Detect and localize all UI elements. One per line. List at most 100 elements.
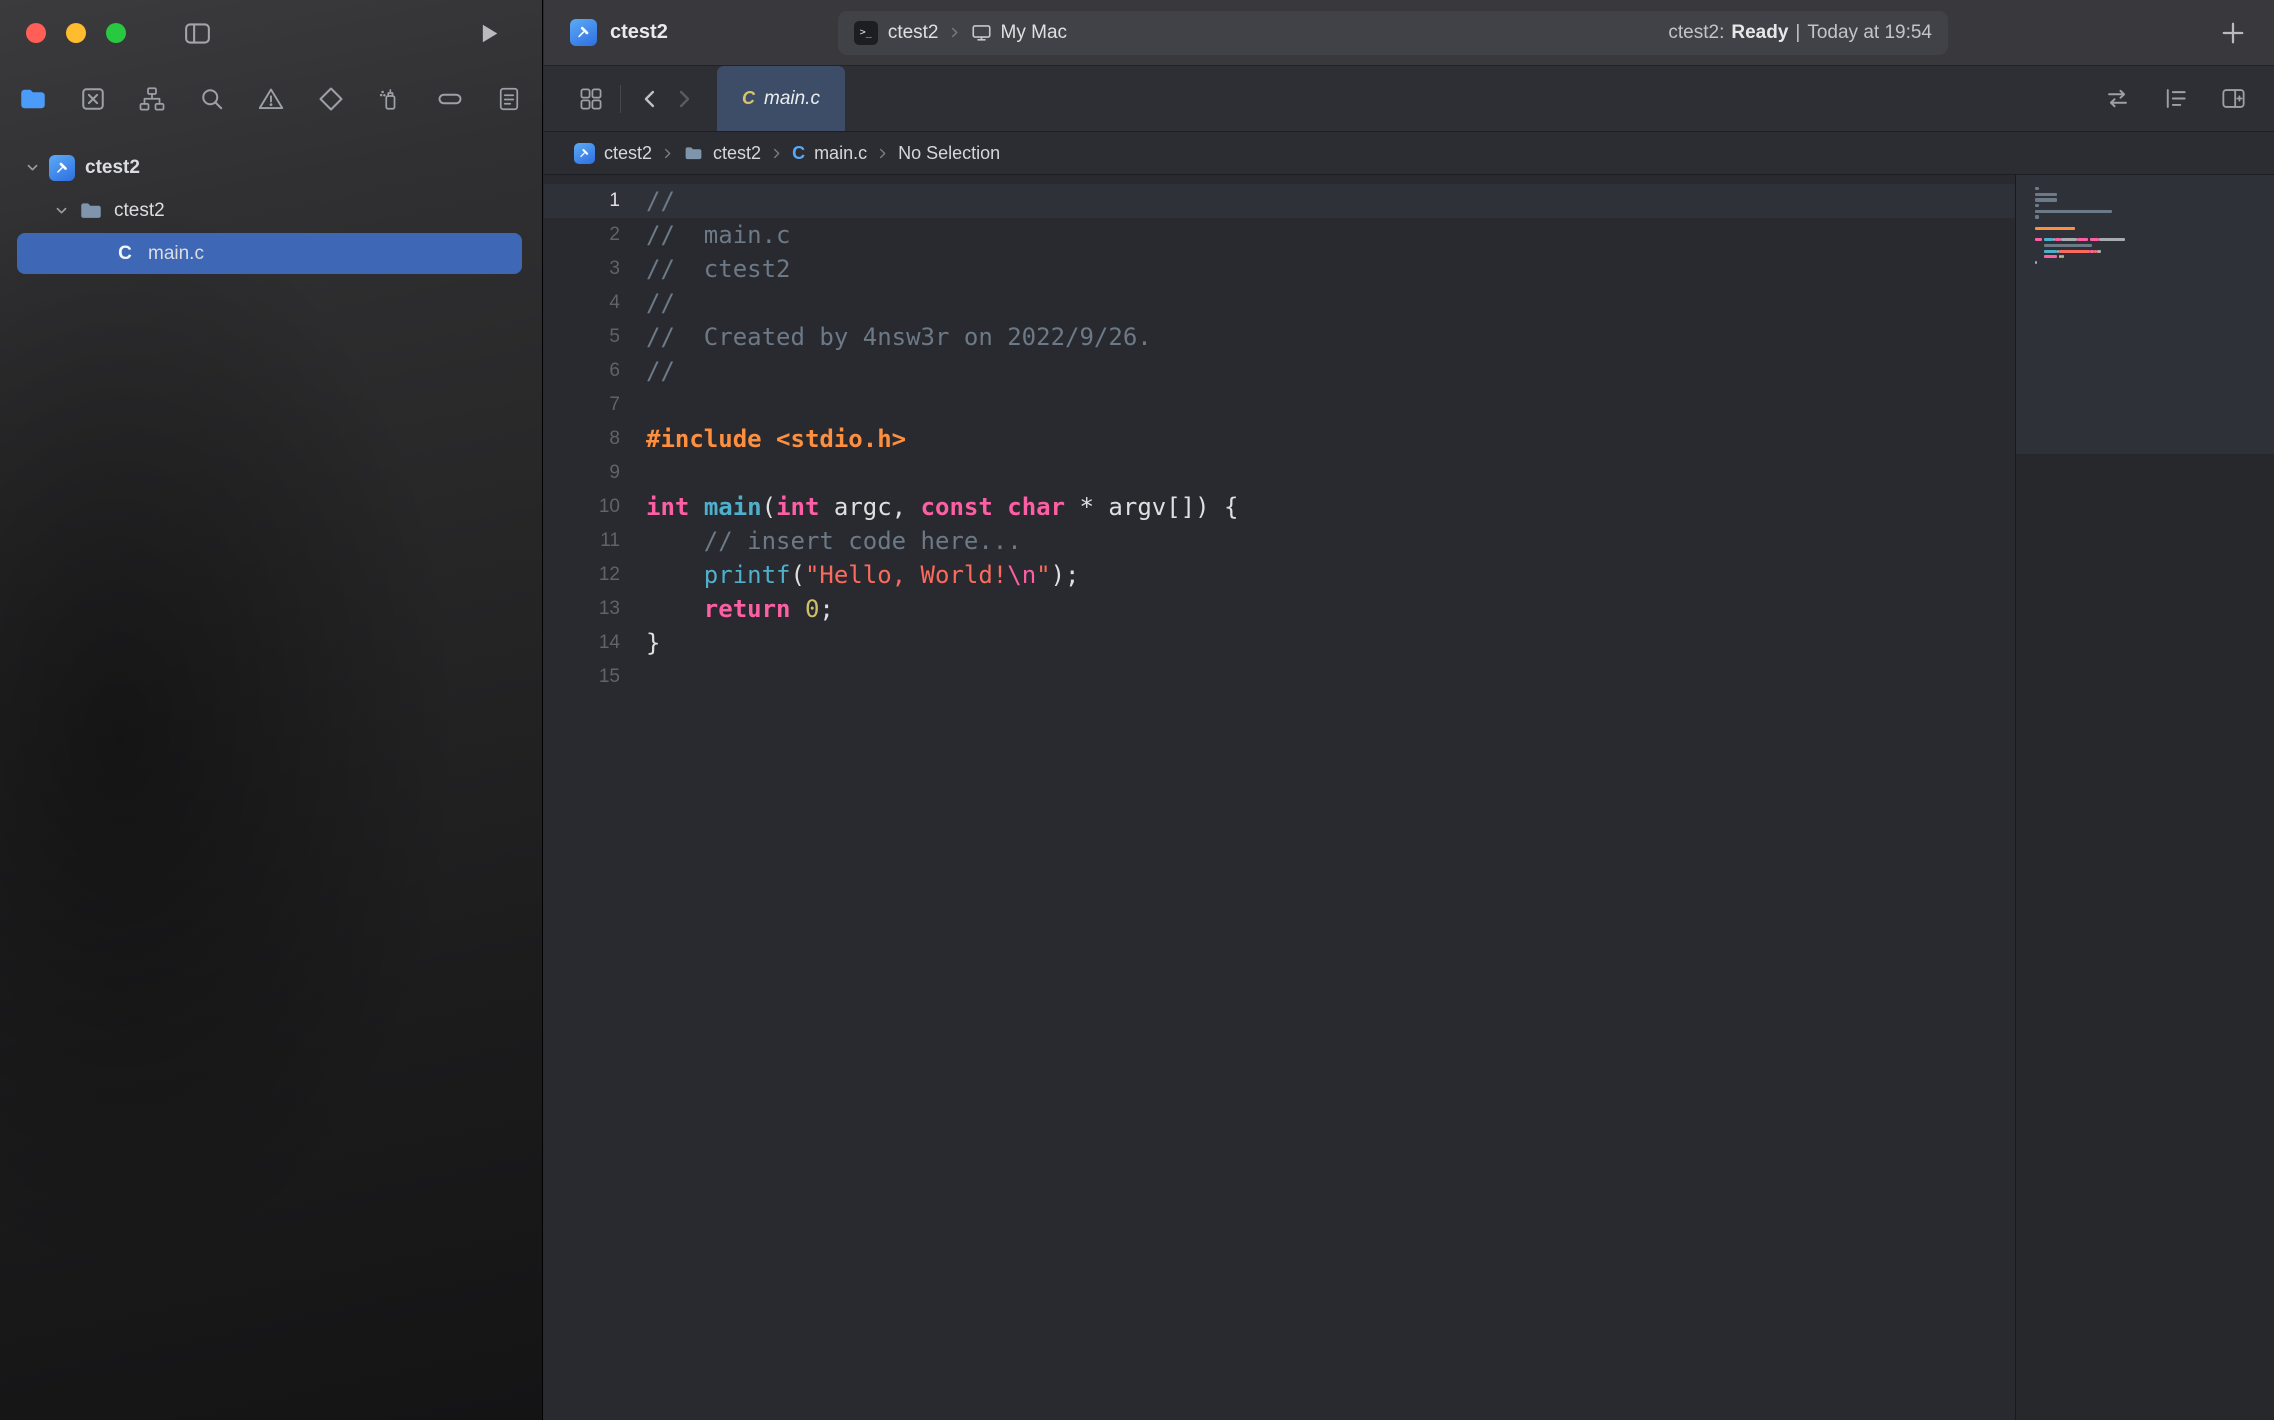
symbols-navigator-icon[interactable] <box>133 80 171 118</box>
jumpbar-label: ctest2 <box>604 143 652 164</box>
jumpbar-item[interactable]: ctest2 <box>574 143 652 164</box>
line-number[interactable]: 7 <box>544 388 620 422</box>
source-control-navigator-icon[interactable] <box>74 80 112 118</box>
disclosure-chevron-icon[interactable] <box>22 160 42 175</box>
code-line[interactable]: 3// ctest2 <box>544 252 2015 286</box>
line-number[interactable]: 14 <box>544 626 620 660</box>
add-editor-icon[interactable] <box>2216 82 2250 116</box>
line-number[interactable]: 10 <box>544 490 620 524</box>
zoom-button[interactable] <box>106 23 126 43</box>
chevron-right-icon <box>660 146 675 161</box>
tests-navigator-icon[interactable] <box>312 80 350 118</box>
toolbar: ctest2 >_ ctest2 My Mac ctest2: Ready | … <box>544 0 2274 66</box>
code-line[interactable]: 7 <box>544 388 2015 422</box>
jumpbar-item[interactable]: Cmain.c <box>792 143 867 164</box>
tab-overview-icon[interactable] <box>574 82 608 116</box>
jumpbar-item[interactable]: No Selection <box>898 143 1000 164</box>
back-icon[interactable] <box>633 82 667 116</box>
destination-selector[interactable]: My Mac <box>1001 22 1068 44</box>
editor-options-icon[interactable] <box>2158 82 2192 116</box>
minimap-line <box>2035 261 2266 264</box>
tree-item-ctest2[interactable]: ctest2 <box>0 189 542 232</box>
add-button[interactable] <box>2216 16 2250 50</box>
project-navigator-icon[interactable] <box>14 80 52 118</box>
line-number[interactable]: 6 <box>544 354 620 388</box>
code-line[interactable]: 9 <box>544 456 2015 490</box>
code-text: printf("Hello, World!\n"); <box>646 558 1080 592</box>
scheme-terminal-icon: >_ <box>854 21 878 45</box>
line-number[interactable]: 15 <box>544 660 620 694</box>
code-line[interactable]: 11 // insert code here... <box>544 524 2015 558</box>
scheme-status-bar: >_ ctest2 My Mac ctest2: Ready | Today a… <box>838 11 1948 55</box>
issues-navigator-icon[interactable] <box>252 80 290 118</box>
status-project: ctest2: <box>1668 22 1724 44</box>
code-line[interactable]: 2// main.c <box>544 218 2015 252</box>
c-file-icon: C <box>112 243 138 265</box>
editor-controls <box>2100 82 2250 116</box>
minimap[interactable] <box>2015 175 2274 1420</box>
code-line[interactable]: 5// Created by 4nsw3r on 2022/9/26. <box>544 320 2015 354</box>
line-number[interactable]: 8 <box>544 422 620 456</box>
code-line[interactable]: 6// <box>544 354 2015 388</box>
forward-icon[interactable] <box>667 82 701 116</box>
window-title: ctest2 <box>610 21 668 44</box>
minimap-lines <box>2035 187 2266 272</box>
minimap-line <box>2035 267 2266 270</box>
disclosure-chevron-icon[interactable] <box>51 203 71 218</box>
swap-editors-icon[interactable] <box>2100 82 2134 116</box>
code-text: // <box>646 184 675 218</box>
line-number[interactable]: 13 <box>544 592 620 626</box>
tree-label: ctest2 <box>85 157 140 179</box>
line-number[interactable]: 4 <box>544 286 620 320</box>
line-number[interactable]: 12 <box>544 558 620 592</box>
code-line[interactable]: 8#include <stdio.h> <box>544 422 2015 456</box>
chevron-right-icon <box>769 146 784 161</box>
close-button[interactable] <box>26 23 46 43</box>
line-number[interactable]: 1 <box>544 184 620 218</box>
minimap-line <box>2035 227 2266 230</box>
line-number[interactable]: 5 <box>544 320 620 354</box>
xcode-project-icon <box>574 143 595 164</box>
tree-item-ctest2[interactable]: ctest2 <box>0 146 542 189</box>
tree-item-main-c[interactable]: Cmain.c <box>0 232 542 275</box>
minimize-button[interactable] <box>66 23 86 43</box>
scheme-selector[interactable]: ctest2 <box>888 22 939 44</box>
window-titlebar <box>0 0 542 66</box>
run-button[interactable] <box>470 16 504 50</box>
code-line[interactable]: 4// <box>544 286 2015 320</box>
minimap-line <box>2035 210 2266 213</box>
find-navigator-icon[interactable] <box>193 80 231 118</box>
jumpbar-label: No Selection <box>898 143 1000 164</box>
line-number[interactable]: 11 <box>544 524 620 558</box>
code-area[interactable]: 1 //2// main.c3// ctest24//5// Created by… <box>544 175 2015 1420</box>
line-number[interactable]: 9 <box>544 456 620 490</box>
reports-navigator-icon[interactable] <box>490 80 528 118</box>
jump-bar: ctest2 ctest2 Cmain.c No Selection <box>544 132 2274 175</box>
chevron-right-icon <box>875 146 890 161</box>
code-line[interactable]: 1 // <box>544 184 2015 218</box>
jumpbar-item[interactable]: ctest2 <box>683 143 761 164</box>
activity-status[interactable]: ctest2: Ready | Today at 19:54 <box>1668 22 1932 44</box>
code-line[interactable]: 13 return 0; <box>544 592 2015 626</box>
minimap-line <box>2035 215 2266 218</box>
line-number[interactable]: 2 <box>544 218 620 252</box>
minimap-line <box>2035 250 2266 253</box>
line-number[interactable]: 3 <box>544 252 620 286</box>
code-line[interactable]: 10int main(int argc, const char * argv[]… <box>544 490 2015 524</box>
breakpoints-navigator-icon[interactable] <box>431 80 469 118</box>
xcode-project-icon <box>49 155 75 181</box>
tab-main-c[interactable]: C main.c <box>717 66 845 131</box>
editor: 1 //2// main.c3// ctest24//5// Created by… <box>544 175 2274 1420</box>
my-mac-icon <box>970 21 993 44</box>
minimap-line <box>2035 221 2266 224</box>
minimap-line <box>2035 255 2266 258</box>
code-line[interactable]: 15 <box>544 660 2015 694</box>
code-line[interactable]: 12 printf("Hello, World!\n"); <box>544 558 2015 592</box>
code-line[interactable]: 14} <box>544 626 2015 660</box>
navigator-bar <box>0 66 542 132</box>
toggle-sidebar-icon[interactable] <box>180 16 214 50</box>
minimap-line <box>2035 204 2266 207</box>
debug-navigator-icon[interactable] <box>371 80 409 118</box>
sidebar: ctest2ctest2Cmain.c <box>0 0 543 1420</box>
status-time: Today at 19:54 <box>1807 22 1932 44</box>
